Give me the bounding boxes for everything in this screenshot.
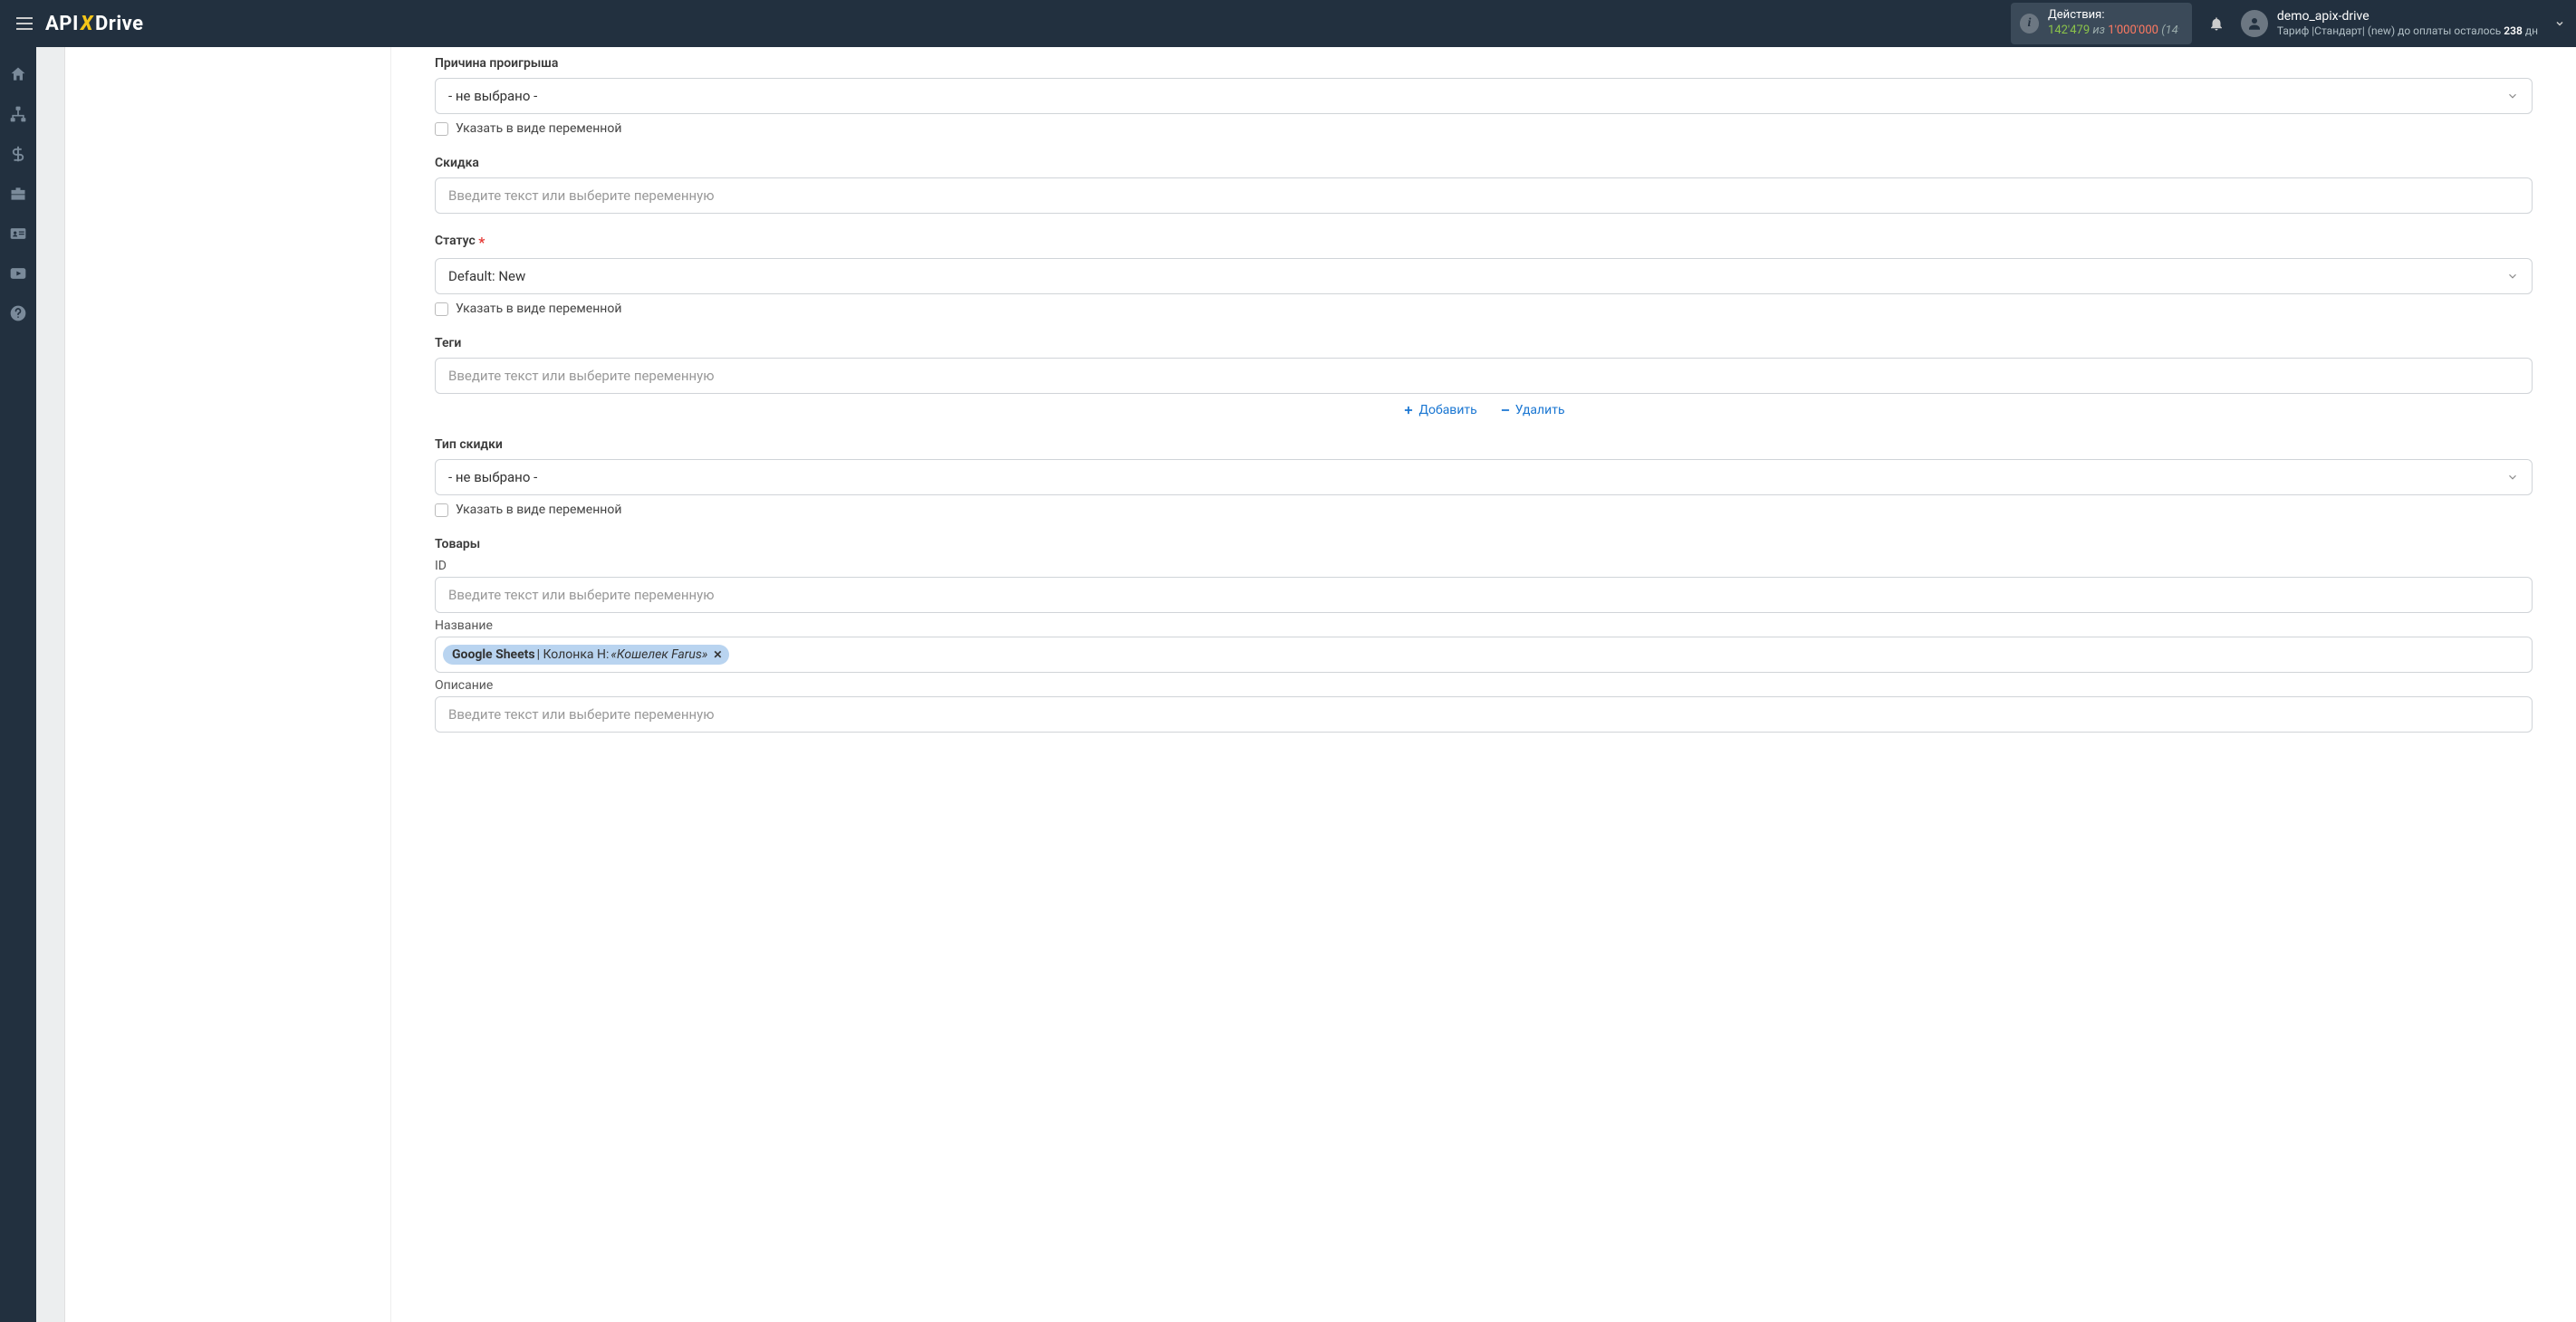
actions-total: 1'000'000 — [2108, 24, 2158, 37]
status-group: Статус * Default: New Указать в виде пер… — [435, 234, 2533, 316]
plus-icon — [1402, 404, 1415, 417]
id-card-icon[interactable] — [7, 223, 29, 244]
status-var-checkbox[interactable] — [435, 302, 448, 316]
discount-type-label: Тип скидки — [435, 437, 2533, 452]
products-desc-placeholder: Введите текст или выберите переменную — [448, 706, 715, 723]
products-name-input[interactable]: Google Sheets | Колонка H: «Кошелек Faru… — [435, 637, 2533, 673]
tags-placeholder: Введите текст или выберите переменную — [448, 368, 715, 384]
loss-reason-label: Причина проигрыша — [435, 56, 2533, 71]
logo-x: X — [79, 13, 95, 35]
logo[interactable]: APIXDrive — [45, 13, 144, 35]
info-icon: i — [2020, 14, 2039, 34]
tags-delete-button[interactable]: Удалить — [1499, 403, 1565, 417]
actions-label: Действия: — [2048, 8, 2179, 24]
discount-type-select[interactable]: - не выбрано - — [435, 459, 2533, 495]
chevron-down-icon — [2506, 90, 2519, 102]
products-name-label: Название — [435, 618, 2533, 633]
hamburger-icon — [16, 17, 33, 30]
menu-button[interactable] — [11, 10, 38, 37]
discount-placeholder: Введите текст или выберите переменную — [448, 187, 715, 204]
products-group: Товары ID Введите текст или выберите пер… — [435, 537, 2533, 733]
bell-icon — [2208, 15, 2225, 32]
chevron-down-icon — [2506, 270, 2519, 283]
products-id-input[interactable]: Введите текст или выберите переменную — [435, 577, 2533, 613]
status-select[interactable]: Default: New — [435, 258, 2533, 294]
loss-reason-value: - не выбрано - — [448, 88, 537, 104]
discount-group: Скидка Введите текст или выберите переме… — [435, 156, 2533, 214]
tags-delete-label: Удалить — [1515, 403, 1565, 417]
products-id-label: ID — [435, 559, 2533, 573]
status-value: Default: New — [448, 268, 525, 284]
sidebar — [0, 47, 36, 1322]
chip-value: «Кошелек Farus» — [610, 647, 707, 662]
discount-type-var-label: Указать в виде переменной — [456, 503, 621, 517]
home-icon[interactable] — [7, 63, 29, 85]
chevron-down-icon — [2554, 18, 2565, 29]
discount-label: Скидка — [435, 156, 2533, 170]
bell-button[interactable] — [2208, 15, 2225, 32]
status-var-label: Указать в виде переменной — [456, 302, 621, 316]
top-header: APIXDrive i Действия: 142'479 из 1'000'0… — [0, 0, 2576, 47]
tariff-label: Тариф |Стандарт| (new) до оплаты осталос… — [2277, 24, 2501, 37]
video-icon[interactable] — [7, 263, 29, 284]
chip-source: Google Sheets — [452, 647, 535, 662]
minus-icon — [1499, 404, 1512, 417]
loss-reason-var-label: Указать в виде переменной — [456, 121, 621, 136]
discount-type-var-checkbox[interactable] — [435, 503, 448, 517]
loss-reason-var-checkbox[interactable] — [435, 122, 448, 136]
actions-badge[interactable]: i Действия: 142'479 из 1'000'000 (149 — [2011, 3, 2192, 44]
chip-column: | Колонка H: — [537, 647, 610, 662]
variable-chip: Google Sheets | Колонка H: «Кошелек Faru… — [443, 645, 729, 665]
discount-type-group: Тип скидки - не выбрано - Указать в виде… — [435, 437, 2533, 517]
logo-text: API — [45, 13, 79, 35]
user-menu[interactable]: demo_apix-drive Тариф |Стандарт| (new) д… — [2241, 8, 2565, 39]
left-panel — [65, 47, 391, 1322]
products-desc-input[interactable]: Введите текст или выберите переменную — [435, 696, 2533, 733]
tags-group: Теги Введите текст или выберите переменн… — [435, 336, 2533, 417]
tags-add-button[interactable]: Добавить — [1402, 403, 1476, 417]
chevron-down-icon — [2506, 471, 2519, 484]
dollar-icon[interactable] — [7, 143, 29, 165]
loss-reason-select[interactable]: - не выбрано - — [435, 78, 2533, 114]
briefcase-icon[interactable] — [7, 183, 29, 205]
form-area: Причина проигрыша - не выбрано - Указать… — [391, 47, 2576, 1322]
actions-count: 142'479 — [2048, 24, 2090, 37]
tariff-days: 238 — [2504, 24, 2523, 37]
avatar-icon — [2241, 10, 2268, 37]
logo-text: Drive — [95, 13, 144, 35]
tariff-unit: дн — [2525, 24, 2538, 37]
tags-input[interactable]: Введите текст или выберите переменную — [435, 358, 2533, 394]
products-label: Товары — [435, 537, 2533, 551]
help-icon[interactable] — [7, 302, 29, 324]
discount-input[interactable]: Введите текст или выберите переменную — [435, 177, 2533, 214]
actions-extra: (149 — [2161, 24, 2179, 37]
tags-label: Теги — [435, 336, 2533, 350]
products-id-placeholder: Введите текст или выберите переменную — [448, 587, 715, 603]
sitemap-icon[interactable] — [7, 103, 29, 125]
left-gutter — [36, 47, 65, 1322]
status-label: Статус * — [435, 234, 2533, 251]
discount-type-value: - не выбрано - — [448, 469, 537, 485]
user-name: demo_apix-drive — [2277, 8, 2538, 24]
chip-remove-button[interactable]: ✕ — [713, 648, 722, 661]
products-desc-label: Описание — [435, 678, 2533, 693]
actions-of: из — [2092, 24, 2105, 37]
tags-add-label: Добавить — [1418, 403, 1476, 417]
loss-reason-group: Причина проигрыша - не выбрано - Указать… — [435, 56, 2533, 136]
